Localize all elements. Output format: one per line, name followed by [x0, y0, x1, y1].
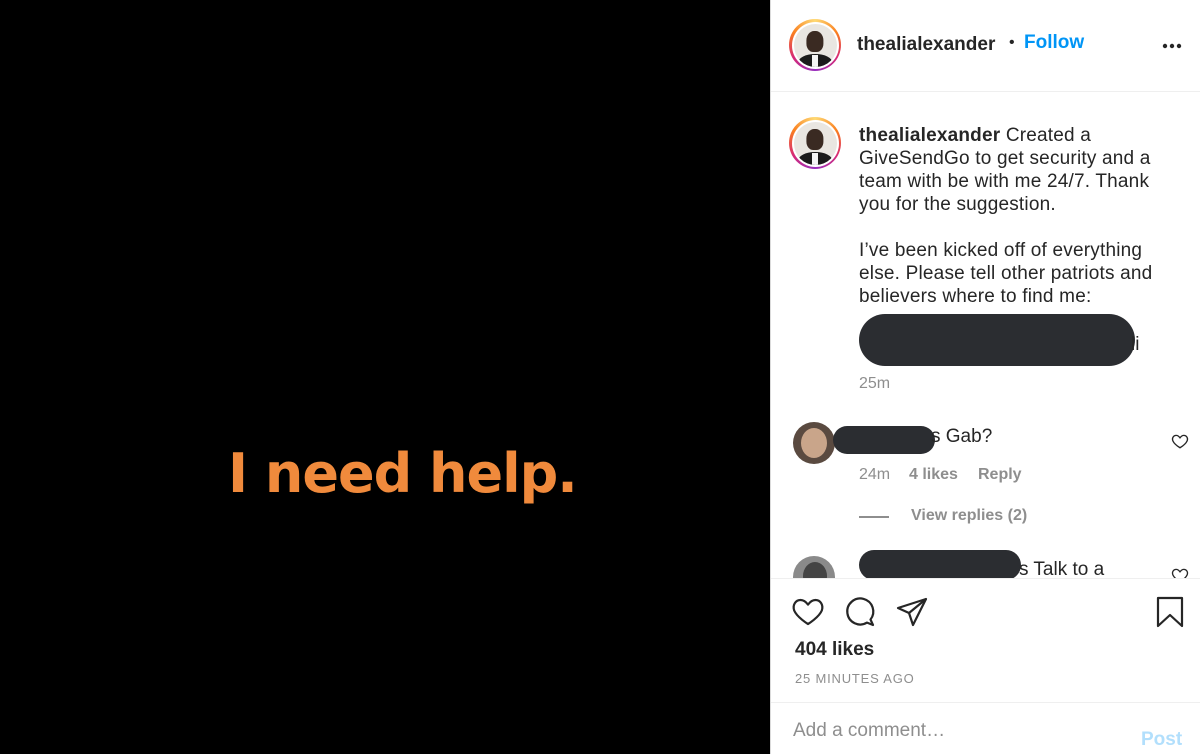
- comment-avatar[interactable]: [793, 422, 835, 464]
- post-header: thealialexander • Follow: [771, 0, 1200, 92]
- header-username[interactable]: thealialexander: [857, 34, 995, 56]
- follow-button[interactable]: Follow: [1024, 32, 1084, 54]
- caption-paragraph-2: I’ve been kicked off of everything else.…: [859, 240, 1153, 307]
- post-button[interactable]: Post: [1141, 729, 1182, 751]
- comment-text: s Gab?: [931, 426, 993, 447]
- post-timestamp: 25 MINUTES AGO: [795, 671, 915, 686]
- redaction-block: [859, 550, 1021, 578]
- comment-text: s Talk to a: [1019, 559, 1105, 578]
- comment-like-icon[interactable]: [1171, 432, 1189, 450]
- share-icon[interactable]: [895, 595, 929, 629]
- comment-like-icon[interactable]: [1171, 566, 1189, 578]
- post-actions: 404 likes 25 MINUTES AGO: [771, 578, 1200, 702]
- reply-button[interactable]: Reply: [978, 466, 1022, 484]
- view-replies-button[interactable]: View replies (2): [911, 507, 1027, 525]
- comment-likes[interactable]: 4 likes: [909, 466, 958, 484]
- caption-username[interactable]: thealialexander: [859, 125, 1000, 146]
- caption-link-tail[interactable]: li: [1131, 334, 1139, 356]
- redaction-block: [833, 426, 935, 454]
- comment-avatar[interactable]: [793, 556, 835, 578]
- add-comment-bar: Post: [771, 702, 1200, 754]
- comment-time: 24m: [859, 466, 891, 483]
- header-avatar[interactable]: [789, 19, 841, 71]
- likes-count[interactable]: 404 likes: [795, 639, 874, 661]
- comments-list[interactable]: thealialexander Created a GiveSendGo to …: [771, 92, 1200, 578]
- bookmark-icon[interactable]: [1153, 595, 1187, 629]
- replies-divider: [859, 516, 889, 518]
- more-icon[interactable]: [1157, 36, 1187, 56]
- redaction-block: [859, 314, 1135, 366]
- caption: thealialexander Created a GiveSendGo to …: [859, 124, 1179, 308]
- caption-time: 25m: [859, 375, 891, 392]
- media-text: I need help.: [228, 442, 578, 505]
- heart-icon[interactable]: [791, 595, 825, 629]
- comment-icon[interactable]: [843, 595, 877, 629]
- comment-input[interactable]: [793, 717, 1123, 745]
- post-side-panel: thealialexander • Follow thealialexander…: [770, 0, 1200, 754]
- header-separator: •: [1009, 34, 1015, 51]
- post-media[interactable]: I need help.: [0, 0, 770, 754]
- caption-avatar[interactable]: [789, 117, 841, 169]
